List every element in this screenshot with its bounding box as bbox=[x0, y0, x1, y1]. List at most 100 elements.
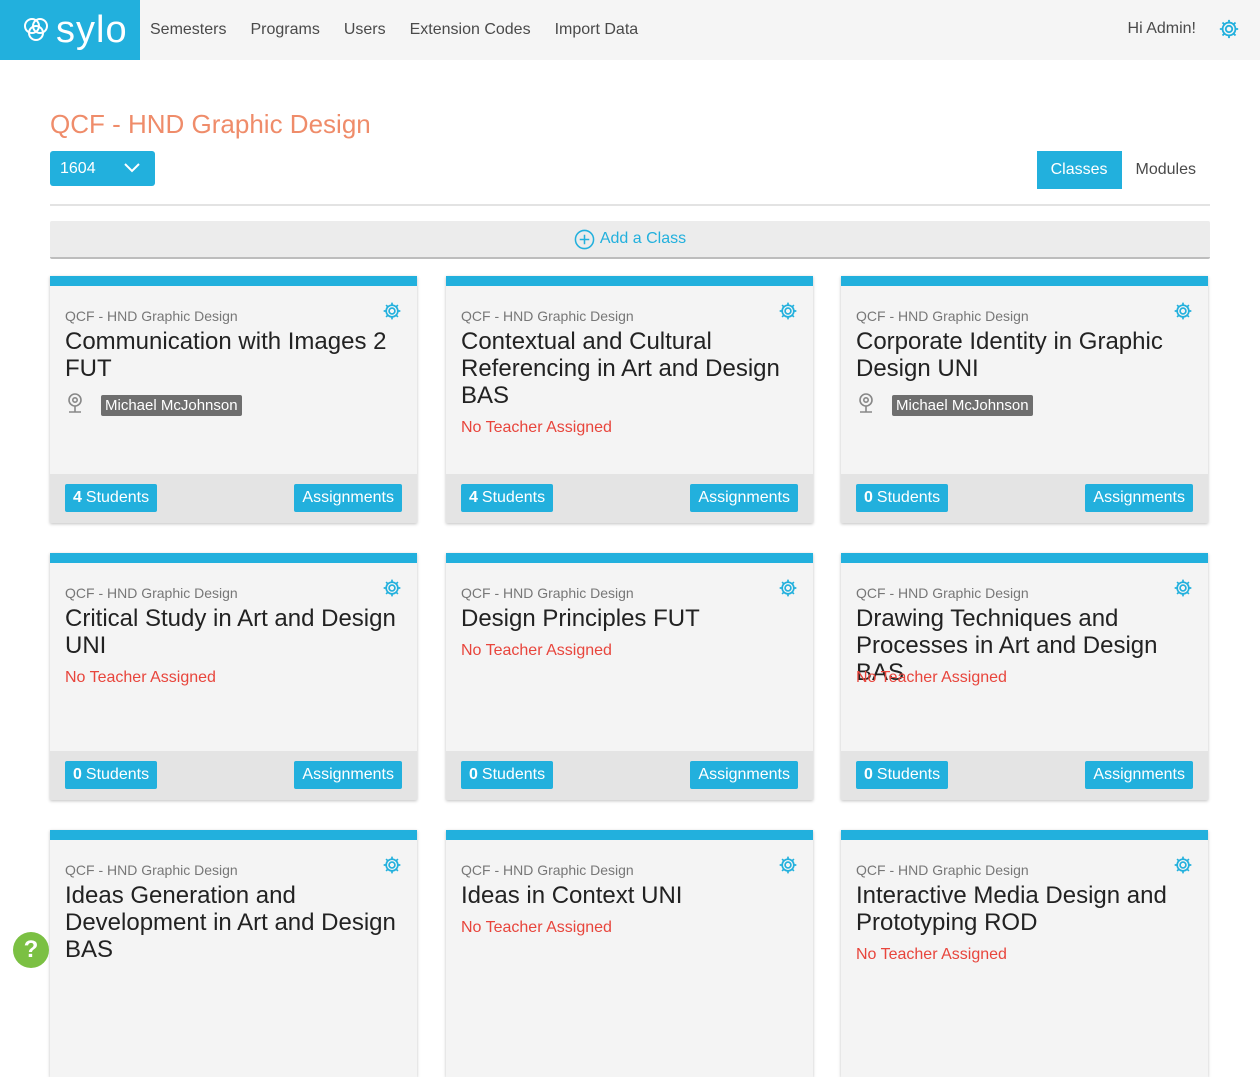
no-teacher-label: No Teacher Assigned bbox=[461, 419, 612, 436]
card-title[interactable]: Interactive Media Design and Prototyping… bbox=[856, 882, 1191, 936]
no-teacher-label: No Teacher Assigned bbox=[856, 946, 1007, 963]
sylo-logo[interactable]: sylo bbox=[0, 0, 140, 60]
card-title[interactable]: Contextual and Cultural Referencing in A… bbox=[461, 328, 796, 409]
card-title[interactable]: Corporate Identity in Graphic Design UNI bbox=[856, 328, 1191, 382]
semester-select[interactable]: 1604 bbox=[50, 151, 155, 186]
no-teacher-label: No Teacher Assigned bbox=[856, 669, 1007, 686]
student-count: 0 bbox=[73, 766, 82, 783]
class-card[interactable]: QCF - HND Graphic Design Ideas in Context… bbox=[446, 830, 813, 1077]
students-button[interactable]: 0 Students bbox=[461, 761, 554, 789]
card-program: QCF - HND Graphic Design bbox=[856, 308, 1029, 324]
card-title[interactable]: Ideas in Context UNI bbox=[461, 882, 796, 909]
nav-programs[interactable]: Programs bbox=[250, 21, 319, 39]
class-card[interactable]: QCF - HND Graphic Design Ideas Generation… bbox=[50, 830, 417, 1077]
students-label: Students bbox=[85, 766, 150, 783]
assignments-button[interactable]: Assignments bbox=[294, 484, 402, 512]
settings-gear-icon[interactable] bbox=[1218, 18, 1240, 40]
card-footer: 0 Students Assignments bbox=[446, 751, 813, 800]
no-teacher-label: No Teacher Assigned bbox=[461, 919, 612, 936]
card-settings-gear-icon[interactable] bbox=[778, 301, 798, 326]
nav-import-data[interactable]: Import Data bbox=[555, 21, 639, 39]
add-class-label: Add a Class bbox=[599, 230, 687, 247]
card-footer: 4 Students Assignments bbox=[446, 474, 813, 523]
assignments-button[interactable]: Assignments bbox=[1085, 484, 1193, 512]
help-button[interactable]: ? bbox=[13, 932, 49, 968]
greeting: Hi Admin! bbox=[1127, 20, 1196, 37]
card-teacher: Michael McJohnson bbox=[856, 392, 1033, 419]
card-settings-gear-icon[interactable] bbox=[382, 578, 402, 603]
teacher-name[interactable]: Michael McJohnson bbox=[101, 395, 242, 416]
card-settings-gear-icon[interactable] bbox=[1173, 578, 1193, 603]
students-button[interactable]: 0 Students bbox=[856, 761, 949, 789]
student-count: 0 bbox=[864, 766, 873, 783]
class-card[interactable]: QCF - HND Graphic Design Communication wi… bbox=[50, 276, 417, 523]
view-toggle: Classes Modules bbox=[1036, 151, 1210, 189]
teacher-name[interactable]: Michael McJohnson bbox=[892, 395, 1033, 416]
student-count: 0 bbox=[469, 766, 478, 783]
nav-users[interactable]: Users bbox=[344, 21, 386, 39]
students-button[interactable]: 4 Students bbox=[461, 484, 554, 512]
card-teacher: Michael McJohnson bbox=[65, 392, 242, 419]
class-card[interactable]: QCF - HND Graphic Design Critical Study i… bbox=[50, 553, 417, 800]
brand-name: sylo bbox=[56, 8, 128, 51]
assignments-button[interactable]: Assignments bbox=[690, 484, 798, 512]
nav-semesters[interactable]: Semesters bbox=[150, 21, 226, 39]
add-class-button[interactable]: Add a Class bbox=[50, 221, 1210, 259]
card-settings-gear-icon[interactable] bbox=[1173, 855, 1193, 880]
logo-icon bbox=[24, 18, 48, 41]
divider bbox=[50, 204, 1210, 206]
students-button[interactable]: 0 Students bbox=[856, 484, 949, 512]
card-title[interactable]: Critical Study in Art and Design UNI bbox=[65, 605, 400, 659]
semester-select-value: 1604 bbox=[60, 159, 96, 177]
card-program: QCF - HND Graphic Design bbox=[856, 585, 1029, 601]
no-teacher-label: No Teacher Assigned bbox=[65, 669, 216, 686]
assignments-button[interactable]: Assignments bbox=[294, 761, 402, 789]
card-footer: 0 Students Assignments bbox=[841, 751, 1208, 800]
card-program: QCF - HND Graphic Design bbox=[461, 862, 634, 878]
assignments-button[interactable]: Assignments bbox=[1085, 761, 1193, 789]
plus-circle-icon bbox=[574, 229, 595, 249]
class-card[interactable]: QCF - HND Graphic Design Interactive Medi… bbox=[841, 830, 1208, 1077]
main-nav: Semesters Programs Users Extension Codes… bbox=[150, 0, 662, 60]
card-title[interactable]: Ideas Generation and Development in Art … bbox=[65, 882, 400, 963]
student-count: 4 bbox=[469, 489, 478, 506]
tab-classes[interactable]: Classes bbox=[1036, 151, 1122, 189]
class-card[interactable]: QCF - HND Graphic Design Design Principle… bbox=[446, 553, 813, 800]
top-navigation-bar: sylo Semesters Programs Users Extension … bbox=[0, 0, 1260, 60]
class-card[interactable]: QCF - HND Graphic Design Contextual and C… bbox=[446, 276, 813, 523]
card-program: QCF - HND Graphic Design bbox=[461, 308, 634, 324]
class-card[interactable]: QCF - HND Graphic Design Drawing Techniqu… bbox=[841, 553, 1208, 800]
card-program: QCF - HND Graphic Design bbox=[856, 862, 1029, 878]
student-count: 0 bbox=[864, 489, 873, 506]
card-footer: 0 Students Assignments bbox=[50, 751, 417, 800]
chevron-down-icon bbox=[124, 163, 140, 173]
students-label: Students bbox=[876, 766, 941, 783]
students-label: Students bbox=[876, 489, 941, 506]
page-title: QCF - HND Graphic Design bbox=[50, 109, 371, 139]
card-program: QCF - HND Graphic Design bbox=[65, 308, 238, 324]
card-settings-gear-icon[interactable] bbox=[382, 301, 402, 326]
students-button[interactable]: 4 Students bbox=[65, 484, 158, 512]
class-card[interactable]: QCF - HND Graphic Design Corporate Identi… bbox=[841, 276, 1208, 523]
card-settings-gear-icon[interactable] bbox=[778, 578, 798, 603]
tab-modules[interactable]: Modules bbox=[1122, 151, 1210, 189]
card-program: QCF - HND Graphic Design bbox=[461, 585, 634, 601]
teacher-webcam-icon bbox=[65, 392, 85, 419]
students-label: Students bbox=[481, 489, 546, 506]
students-label: Students bbox=[481, 766, 546, 783]
card-settings-gear-icon[interactable] bbox=[778, 855, 798, 880]
student-count: 4 bbox=[73, 489, 82, 506]
card-program: QCF - HND Graphic Design bbox=[65, 862, 238, 878]
card-footer: 4 Students Assignments bbox=[50, 474, 417, 523]
students-button[interactable]: 0 Students bbox=[65, 761, 158, 789]
card-title[interactable]: Design Principles FUT bbox=[461, 605, 796, 632]
card-settings-gear-icon[interactable] bbox=[1173, 301, 1193, 326]
assignments-button[interactable]: Assignments bbox=[690, 761, 798, 789]
card-program: QCF - HND Graphic Design bbox=[65, 585, 238, 601]
students-label: Students bbox=[85, 489, 150, 506]
nav-extension-codes[interactable]: Extension Codes bbox=[410, 21, 531, 39]
card-footer: 0 Students Assignments bbox=[841, 474, 1208, 523]
card-settings-gear-icon[interactable] bbox=[382, 855, 402, 880]
card-title[interactable]: Communication with Images 2 FUT bbox=[65, 328, 400, 382]
no-teacher-label: No Teacher Assigned bbox=[461, 642, 612, 659]
